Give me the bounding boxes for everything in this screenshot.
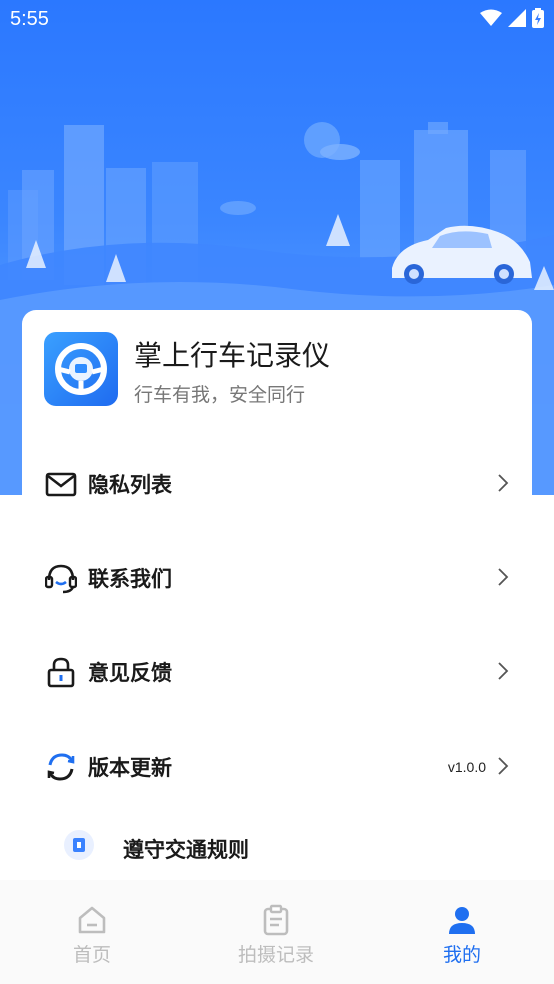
wifi-icon bbox=[480, 9, 502, 26]
tab-label: 拍摄记录 bbox=[237, 944, 314, 966]
steering-wheel-icon bbox=[55, 343, 107, 395]
menu-item-version-update[interactable]: 版本更新 v1.0.0 bbox=[0, 735, 554, 795]
status-time: 5:55 bbox=[10, 8, 49, 30]
badge-icon bbox=[64, 830, 94, 860]
mail-icon bbox=[45, 472, 77, 497]
chevron-right-icon bbox=[498, 662, 509, 680]
clipboard-icon bbox=[263, 904, 289, 936]
version-value: v1.0.0 bbox=[447, 759, 486, 775]
tab-label: 我的 bbox=[442, 944, 481, 966]
tab-label: 首页 bbox=[72, 944, 111, 966]
home-icon bbox=[78, 906, 106, 934]
bottom-tab-bar: 首页 拍摄记录 我的 bbox=[0, 880, 554, 984]
battery-icon bbox=[532, 8, 544, 28]
user-icon bbox=[449, 907, 475, 934]
menu-item-label: 意见反馈 bbox=[88, 661, 172, 685]
tab-recordings[interactable]: 拍摄记录 bbox=[184, 880, 368, 984]
tab-mine[interactable]: 我的 bbox=[370, 880, 554, 984]
menu-item-contact-us[interactable]: 联系我们 bbox=[0, 546, 554, 606]
lock-icon bbox=[47, 657, 75, 688]
chevron-right-icon bbox=[498, 474, 509, 492]
refresh-icon bbox=[47, 753, 75, 781]
headset-icon bbox=[45, 564, 77, 594]
app-name: 掌上行车记录仪 bbox=[134, 339, 331, 372]
chevron-right-icon bbox=[498, 757, 509, 775]
tab-home[interactable]: 首页 bbox=[0, 880, 184, 984]
menu-item-label: 隐私列表 bbox=[88, 473, 172, 497]
traffic-rules-label[interactable]: 遵守交通规则 bbox=[123, 834, 249, 864]
app-slogan: 行车有我，安全同行 bbox=[134, 384, 306, 406]
status-bar: 5:55 bbox=[0, 0, 554, 40]
app-logo bbox=[44, 332, 118, 406]
menu-item-privacy-list[interactable]: 隐私列表 bbox=[0, 452, 554, 512]
signal-icon bbox=[508, 9, 526, 27]
menu-item-label: 版本更新 bbox=[88, 756, 172, 780]
menu-item-label: 联系我们 bbox=[88, 567, 172, 591]
chevron-right-icon bbox=[498, 568, 509, 586]
menu-item-feedback[interactable]: 意见反馈 bbox=[0, 640, 554, 700]
